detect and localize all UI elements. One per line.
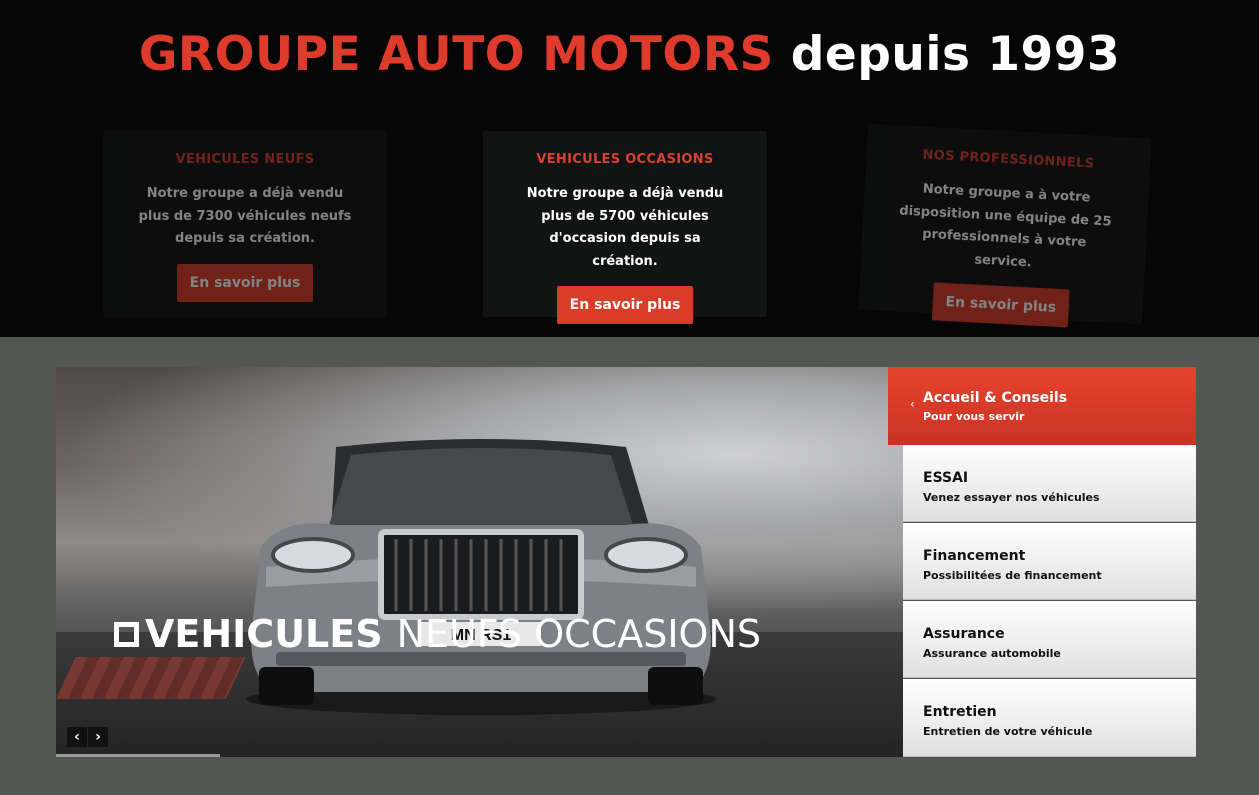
card-text-line: Notre groupe a déjà vendu	[526, 186, 724, 201]
menu-item-title: Accueil & Conseils	[923, 390, 1068, 406]
chevron-right-icon[interactable]: ›	[88, 727, 108, 747]
intro-section: GROUPE AUTO MOTORS depuis 1993 VEHICULES…	[0, 0, 1259, 337]
card-nos-professionnels: NOS PROFESSIONNELS Notre groupe a à votr…	[858, 123, 1152, 328]
menu-item-entretien[interactable]: Entretien Entretien de votre véhicule	[903, 679, 1196, 757]
learn-more-button[interactable]: En savoir plus	[931, 282, 1070, 328]
page-title: GROUPE AUTO MOTORS depuis 1993	[0, 26, 1259, 84]
menu-item-accueil-conseils[interactable]: ‹ Accueil & Conseils Pour vous servir	[888, 367, 1196, 445]
card-vehicules-neufs: VEHICULES NEUFS Notre groupe a déjà vend…	[103, 131, 387, 317]
learn-more-button[interactable]: En savoir plus	[556, 286, 694, 324]
menu-item-subtitle: Pour vous servir	[923, 410, 1025, 423]
card-title: VEHICULES NEUFS	[175, 152, 315, 167]
card-title: VEHICULES OCCASIONS	[536, 152, 714, 167]
menu-item-title: ESSAI	[923, 470, 969, 486]
menu-item-subtitle: Venez essayer nos véhicules	[923, 491, 1100, 504]
slider-menu: ‹ Accueil & Conseils Pour vous servir ES…	[888, 367, 1196, 757]
menu-item-essai[interactable]: ESSAI Venez essayer nos véhicules	[903, 445, 1196, 522]
card-text-line: Notre groupe a déjà vendu	[146, 186, 344, 201]
square-outline-icon	[114, 622, 139, 647]
menu-item-title: Financement	[923, 548, 1026, 564]
menu-item-financement[interactable]: Financement Possibilitées de financement	[903, 523, 1196, 600]
brand-name: GROUPE AUTO MOTORS	[138, 27, 774, 82]
card-text: Notre groupe a déjà vendu plus de 7300 v…	[135, 183, 355, 251]
menu-item-subtitle: Entretien de votre véhicule	[923, 725, 1093, 738]
caption-light: NEUFS OCCASIONS	[396, 612, 761, 656]
car-image: MN RS1	[246, 439, 716, 715]
card-vehicules-occasions: VEHICULES OCCASIONS Notre groupe a déjà …	[483, 131, 767, 324]
menu-item-title: Assurance	[923, 626, 1005, 642]
chevron-left-icon: ‹	[910, 397, 915, 411]
card-text-line: plus de 7300 véhicules neufs	[138, 208, 352, 224]
since-year: depuis 1993	[790, 27, 1121, 82]
hero-slider[interactable]: MN RS1 VEHICULES NEUFS OCCASIONS ‹ ›	[56, 367, 903, 757]
card-text-line: depuis sa création.	[175, 231, 315, 246]
card-text: Notre groupe a à votre disposition une é…	[893, 177, 1117, 278]
caption-strong: VEHICULES	[145, 612, 383, 656]
card-text-line: d'occasion depuis sa création.	[549, 231, 701, 269]
card-title: NOS PROFESSIONNELS	[922, 147, 1095, 172]
learn-more-button[interactable]: En savoir plus	[176, 263, 314, 302]
card-text-line: plus de 5700 véhicules	[541, 208, 709, 224]
card-text: Notre groupe a déjà vendu plus de 5700 v…	[515, 183, 735, 273]
menu-item-assurance[interactable]: Assurance Assurance automobile	[903, 601, 1196, 678]
menu-item-title: Entretien	[923, 704, 997, 720]
slide-progress-bar	[56, 754, 220, 757]
menu-item-subtitle: Possibilitées de financement	[923, 569, 1102, 582]
slide-curb	[56, 657, 246, 699]
slide-caption: VEHICULES NEUFS OCCASIONS	[114, 612, 761, 656]
chevron-left-icon[interactable]: ‹	[67, 727, 87, 747]
menu-item-subtitle: Assurance automobile	[923, 647, 1061, 660]
